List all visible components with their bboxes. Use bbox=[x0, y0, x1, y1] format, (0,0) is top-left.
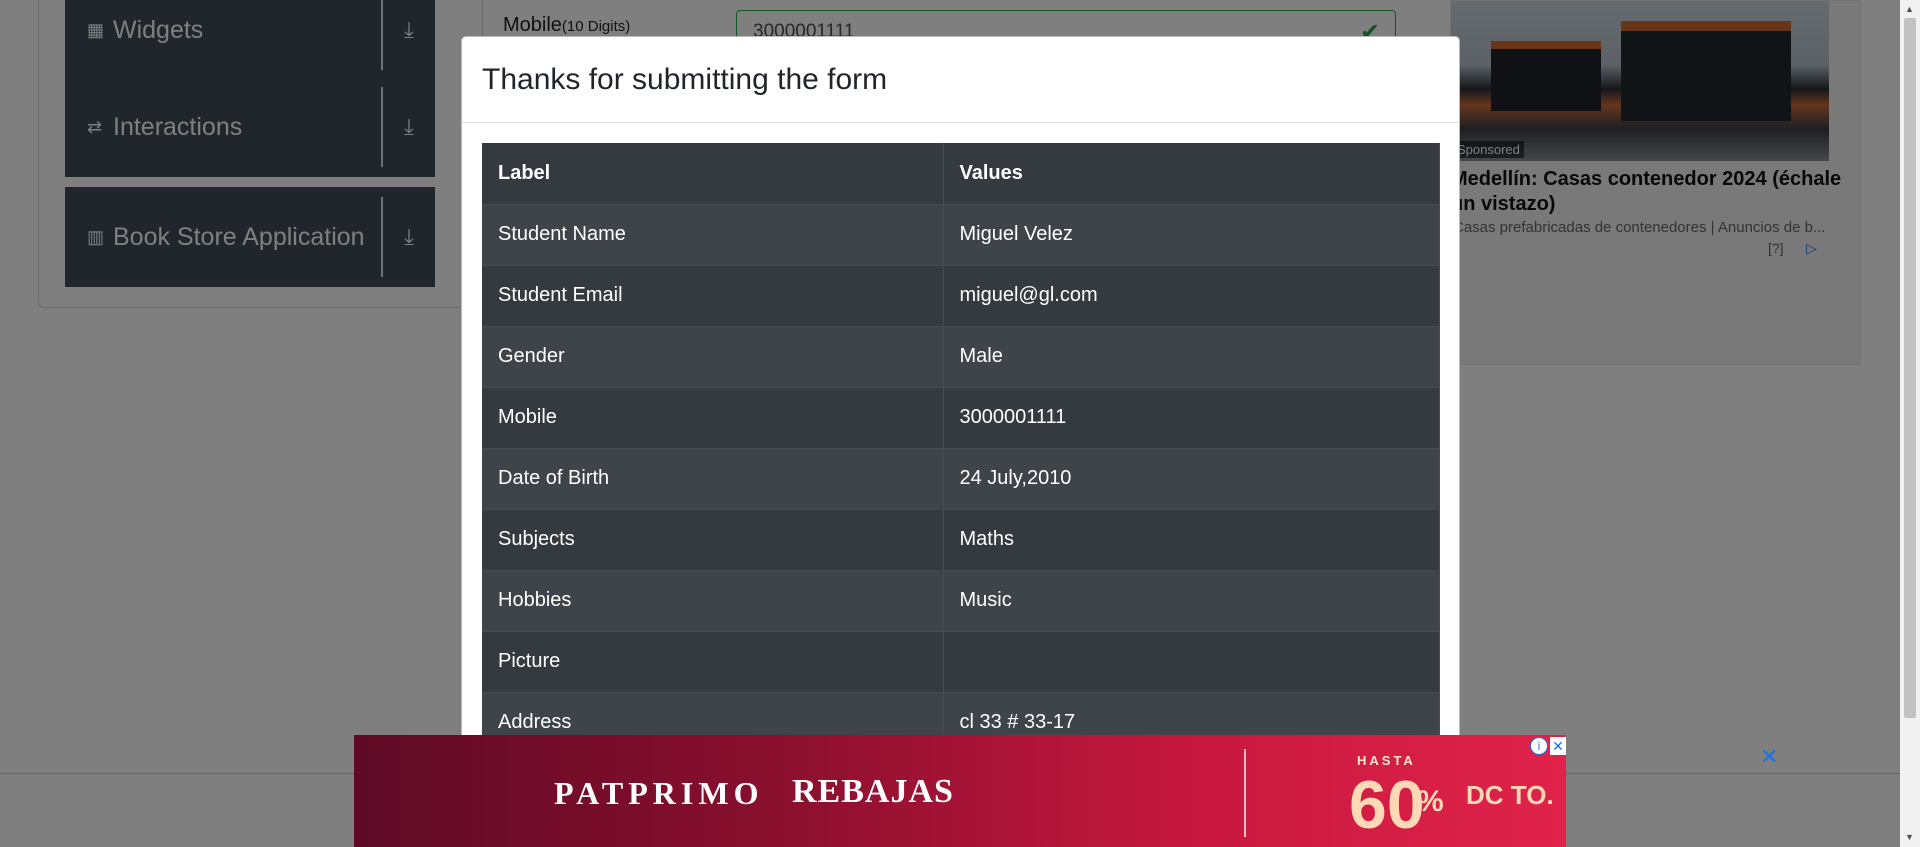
close-icon[interactable]: ✕ bbox=[1550, 737, 1566, 755]
banner-brand: PATPRIMO bbox=[554, 775, 764, 811]
results-table: Label Values Student Name Miguel Velez S… bbox=[482, 143, 1440, 754]
divider bbox=[1244, 749, 1246, 837]
column-header: Label bbox=[482, 143, 944, 205]
table-row: Date of Birth 24 July,2010 bbox=[482, 448, 1440, 510]
banner-dcto: DC TO. bbox=[1466, 780, 1554, 810]
row-label: Picture bbox=[482, 631, 944, 693]
row-value: Male bbox=[943, 326, 1440, 388]
table-row: Mobile 3000001111 bbox=[482, 387, 1440, 449]
row-label: Date of Birth bbox=[482, 448, 944, 510]
row-label: Student Name bbox=[482, 204, 944, 266]
table-row: Hobbies Music bbox=[482, 570, 1440, 632]
info-icon[interactable]: i bbox=[1530, 737, 1548, 755]
table-row: Subjects Maths bbox=[482, 509, 1440, 571]
row-value: Maths bbox=[943, 509, 1440, 571]
row-value: 24 July,2010 bbox=[943, 448, 1440, 510]
row-label: Student Email bbox=[482, 265, 944, 327]
column-header: Values bbox=[943, 143, 1440, 205]
row-value: miguel@gl.com bbox=[943, 265, 1440, 327]
results-table-wrap: Label Values Student Name Miguel Velez S… bbox=[482, 143, 1440, 754]
row-value: Music bbox=[943, 570, 1440, 632]
row-label: Subjects bbox=[482, 509, 944, 571]
row-value: 3000001111 bbox=[943, 387, 1440, 449]
banner-sale: REBAJAS bbox=[792, 773, 954, 810]
row-value bbox=[943, 631, 1440, 693]
submission-modal: Thanks for submitting the form Label Val… bbox=[461, 36, 1460, 847]
scroll-down-icon[interactable]: ▼ bbox=[1905, 832, 1914, 842]
table-row: Gender Male bbox=[482, 326, 1440, 388]
scrollbar[interactable]: ▲ ▼ bbox=[1900, 0, 1920, 847]
row-label: Gender bbox=[482, 326, 944, 388]
banner-discount: 60 bbox=[1349, 767, 1425, 843]
table-row: Student Email miguel@gl.com bbox=[482, 265, 1440, 327]
modal-header: Thanks for submitting the form bbox=[462, 37, 1459, 123]
table-row: Picture bbox=[482, 631, 1440, 693]
table-header-row: Label Values bbox=[482, 143, 1440, 205]
row-value: Miguel Velez bbox=[943, 204, 1440, 266]
row-label: Hobbies bbox=[482, 570, 944, 632]
row-label: Mobile bbox=[482, 387, 944, 449]
modal-title: Thanks for submitting the form bbox=[482, 62, 888, 96]
scrollbar-thumb[interactable] bbox=[1904, 18, 1916, 718]
bottom-banner-ad[interactable]: PATPRIMO REBAJAS HASTA 60 % DC TO. i ✕ bbox=[354, 735, 1566, 847]
banner-percent: % bbox=[1417, 785, 1444, 818]
close-ad-icon[interactable]: ✕ bbox=[1760, 744, 1778, 770]
scroll-up-icon[interactable]: ▲ bbox=[1905, 4, 1914, 14]
table-row: Student Name Miguel Velez bbox=[482, 204, 1440, 266]
